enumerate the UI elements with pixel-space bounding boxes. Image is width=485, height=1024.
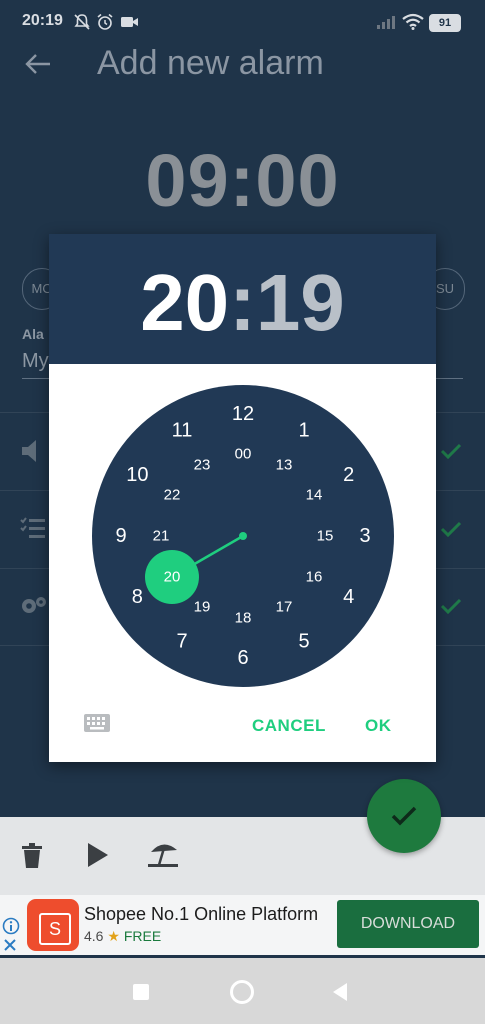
ad-rating-value: 4.6	[84, 928, 104, 944]
hour-4[interactable]: 4	[343, 586, 354, 608]
check-icon	[391, 806, 417, 826]
ad-download-button[interactable]: DOWNLOAD	[337, 900, 479, 948]
time-picker-display: 20:19	[49, 258, 436, 348]
hour-19[interactable]: 19	[194, 599, 211, 616]
hour-display[interactable]: 20	[140, 258, 229, 347]
time-picker-header: 20:19	[49, 234, 436, 364]
vacation-umbrella-icon[interactable]	[147, 840, 181, 868]
hour-17[interactable]: 17	[276, 599, 293, 616]
back-icon[interactable]	[331, 982, 349, 1002]
signal-icon	[377, 16, 395, 29]
hour-13[interactable]: 13	[276, 456, 293, 473]
hour-10[interactable]: 10	[126, 464, 148, 486]
hour-14[interactable]: 14	[306, 487, 323, 504]
hour-22[interactable]: 22	[164, 487, 181, 504]
battery-icon: 91	[429, 14, 461, 32]
delete-icon[interactable]	[21, 843, 43, 869]
time-picker-dialog: 20:19 12 1 2 3 4 5 6 7 8 9 10 11 00 13 14 15 16 17 18 19 20 2…	[49, 234, 436, 762]
hour-9[interactable]: 9	[115, 525, 126, 547]
alarm-time-display[interactable]: 09:00	[0, 138, 485, 223]
wifi-icon	[402, 13, 424, 30]
hour-11[interactable]: 11	[172, 419, 193, 441]
hour-23[interactable]: 23	[194, 456, 211, 473]
page-title: Add new alarm	[97, 44, 324, 82]
system-nav-bar	[0, 958, 485, 1024]
clock-face[interactable]: 121234567891011001314151617181920212223	[92, 385, 394, 687]
sound-check-icon	[440, 443, 462, 460]
hour-1[interactable]: 1	[298, 419, 309, 441]
hour-6[interactable]: 6	[237, 647, 248, 669]
hour-16[interactable]: 16	[306, 569, 323, 586]
battery-level: 91	[438, 17, 452, 29]
ad-rating: 4.6 ★ FREE	[84, 928, 161, 945]
hour-20[interactable]: 20	[164, 569, 181, 586]
alarm-name-input[interactable]: My	[22, 350, 49, 373]
hour-00[interactable]: 00	[235, 446, 252, 463]
video-camera-icon	[121, 17, 138, 27]
minute-display[interactable]: 19	[256, 258, 345, 347]
ad-title: Shopee No.1 Online Platform	[84, 904, 319, 924]
hour-15[interactable]: 15	[317, 528, 334, 545]
hour-7[interactable]: 7	[176, 631, 187, 653]
hour-12[interactable]: 12	[232, 403, 254, 425]
muted-notifications-icon	[74, 14, 90, 30]
hour-3[interactable]: 3	[359, 525, 370, 547]
hour-8[interactable]: 8	[132, 586, 143, 608]
shopee-logo-letter: S	[39, 913, 71, 945]
play-icon[interactable]	[86, 842, 110, 868]
keyboard-icon[interactable]	[83, 713, 111, 733]
ad-price: FREE	[123, 928, 162, 944]
status-bar: 20:19 91	[0, 0, 485, 44]
cancel-button[interactable]: CANCEL	[252, 716, 326, 736]
hour-21[interactable]: 21	[153, 528, 170, 545]
hour-2[interactable]: 2	[343, 464, 354, 486]
settings-gears-icon	[22, 597, 46, 613]
tasks-check-icon	[440, 521, 462, 538]
ad-close-icon[interactable]	[3, 938, 17, 952]
alarm-name-label: Ala	[22, 326, 44, 342]
alarm-clock-icon	[97, 13, 113, 30]
hour-5[interactable]: 5	[298, 631, 309, 653]
back-arrow-icon[interactable]	[24, 52, 52, 76]
clock-center-dot	[239, 532, 247, 540]
hour-18[interactable]: 18	[235, 610, 252, 627]
ad-info-icon[interactable]	[2, 917, 20, 935]
star-icon: ★	[107, 928, 120, 944]
ok-button[interactable]: OK	[365, 716, 392, 736]
recents-icon[interactable]	[133, 984, 149, 1000]
save-alarm-fab[interactable]	[367, 779, 441, 853]
status-time: 20:19	[22, 12, 63, 29]
sound-icon	[22, 440, 36, 462]
time-separator: :	[229, 258, 256, 347]
shopee-logo: S	[27, 899, 79, 951]
settings-check-icon	[440, 598, 462, 615]
checklist-icon	[20, 517, 45, 538]
home-icon[interactable]	[230, 980, 254, 1004]
